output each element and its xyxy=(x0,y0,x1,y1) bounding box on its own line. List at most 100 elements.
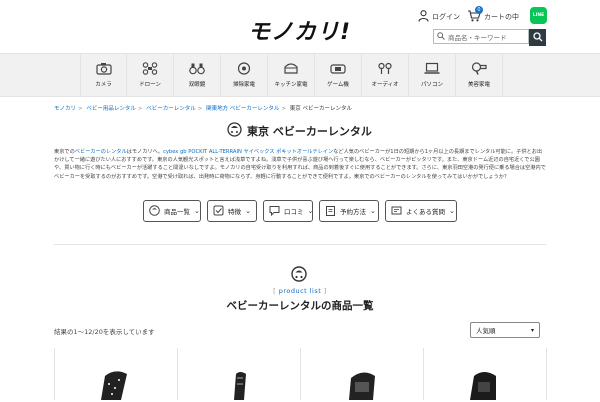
category-label: ゲーム機 xyxy=(327,82,349,88)
line-button[interactable]: LINE xyxy=(530,7,547,24)
section-subtitle-text: product list xyxy=(278,287,322,295)
divider xyxy=(546,348,547,400)
category-label: ドローン xyxy=(139,82,161,88)
breadcrumb: モノカリ > ベビー用品レンタル > ベビーカーレンタル > 関東地方 ベビーカーレン… xyxy=(54,104,352,112)
breadcrumb-separator: > xyxy=(137,106,143,112)
section-subtitle: [ product list ] xyxy=(273,287,327,295)
drone-icon xyxy=(142,62,158,77)
tab-label: 口コミ xyxy=(284,208,304,216)
breadcrumb-separator: > xyxy=(197,106,203,112)
chevron-down-icon: ⌄ xyxy=(194,207,200,215)
page-title: 東京 ベビーカーレンタル xyxy=(227,122,372,140)
breadcrumb-link-stroller[interactable]: ベビーカーレンタル xyxy=(146,106,196,112)
result-count: 結果の1〜12/20を表示しています xyxy=(54,328,155,336)
faq-icon xyxy=(391,205,402,218)
product-image xyxy=(228,372,252,402)
review-icon xyxy=(269,205,280,218)
chevron-down-icon: ⌄ xyxy=(307,207,314,215)
divider xyxy=(300,348,301,400)
category-camera[interactable]: カメラ xyxy=(80,54,127,96)
feature-icon xyxy=(213,205,224,218)
user-icon xyxy=(418,10,429,24)
category-label: 双眼鏡 xyxy=(188,82,206,88)
breadcrumb-link-home[interactable]: モノカリ xyxy=(54,106,76,112)
divider xyxy=(423,348,424,400)
category-pc[interactable]: パソコン xyxy=(409,54,456,96)
search-placeholder: 商品名・キーワード xyxy=(448,33,507,42)
category-kitchen[interactable]: キッチン家電 xyxy=(268,54,315,96)
tab-label: 特徴 xyxy=(228,208,241,216)
category-label: キッチン家電 xyxy=(274,82,308,88)
product-card[interactable] xyxy=(466,368,502,402)
sort-select[interactable]: 人気順 ▾ xyxy=(470,322,540,338)
divider xyxy=(177,348,178,400)
search-button[interactable] xyxy=(529,29,546,46)
category-game[interactable]: ゲーム機 xyxy=(315,54,362,96)
category-binoculars[interactable]: 双眼鏡 xyxy=(174,54,221,96)
product-image xyxy=(345,372,381,402)
category-drone[interactable]: ドローン xyxy=(127,54,174,96)
desc-link-stroller-rental[interactable]: ベビーカーのレンタル xyxy=(75,149,127,155)
product-card[interactable] xyxy=(345,368,381,402)
binoculars-icon xyxy=(189,62,205,77)
product-image xyxy=(466,372,502,402)
category-label: オーディオ xyxy=(371,82,399,88)
section-title: ベビーカーレンタルの商品一覧 xyxy=(226,300,374,312)
tab-reservation[interactable]: 予約方法 ⌄ xyxy=(319,200,379,222)
tab-reviews[interactable]: 口コミ ⌄ xyxy=(263,200,313,222)
breadcrumb-link-baby[interactable]: ベビー用品レンタル xyxy=(86,106,136,112)
sort-selected: 人気順 xyxy=(476,327,496,335)
search-small-icon xyxy=(437,31,445,42)
tab-label: よくある質問 xyxy=(406,208,445,216)
category-cleaning[interactable]: 掃除家電 xyxy=(221,54,268,96)
desc-text: はモノカリへ。 xyxy=(126,149,163,155)
game-console-icon xyxy=(330,62,346,77)
category-beauty[interactable]: 美容家電 xyxy=(456,54,503,96)
stroller-icon xyxy=(291,266,307,284)
stroller-icon xyxy=(149,204,160,218)
login-label: ログイン xyxy=(432,13,460,21)
cart-count-badge: 0 xyxy=(475,6,483,14)
desc-link-product[interactable]: cybex gb POCKIT ALL-TERRAIN サイベックス ポキットオ… xyxy=(163,149,333,155)
search-input[interactable]: 商品名・キーワード xyxy=(433,29,529,44)
breadcrumb-link-kanto[interactable]: 関東地方 ベビーカーレンタル xyxy=(206,106,279,112)
breadcrumb-current: 東京 ベビーカーレンタル xyxy=(289,106,352,112)
stroller-icon xyxy=(227,122,242,140)
login-link[interactable]: ログイン xyxy=(418,9,460,25)
cart-link[interactable]: 0 カートの中 xyxy=(467,6,519,25)
product-card[interactable] xyxy=(95,368,135,402)
product-card[interactable] xyxy=(228,368,252,402)
cart-icon: 0 xyxy=(467,6,483,24)
chevron-down-icon: ⌄ xyxy=(449,207,455,215)
page-title-text: 東京 ベビーカーレンタル xyxy=(247,125,372,138)
tab-label: 商品一覧 xyxy=(164,208,190,216)
category-label: 美容家電 xyxy=(467,82,490,88)
laptop-icon xyxy=(424,62,440,77)
divider xyxy=(54,244,546,245)
camera-icon xyxy=(95,62,112,77)
earbuds-icon xyxy=(377,62,393,77)
category-nav: カメラ ドローン 双眼鏡 掃除家電 キッチン家電 ゲーム機 オーディオ パソコン… xyxy=(0,53,600,97)
chevron-down-icon: ⌄ xyxy=(245,207,251,215)
category-label: 掃除家電 xyxy=(232,82,255,88)
breadcrumb-separator: > xyxy=(78,106,83,112)
page-description: 東京でのベビーカーのレンタルはモノカリへ。cybex gb POCKIT ALL… xyxy=(54,148,546,181)
rice-cooker-icon xyxy=(283,62,299,77)
search-icon xyxy=(532,31,543,44)
chevron-down-icon: ▾ xyxy=(530,326,534,334)
site-logo[interactable]: モノカリ! xyxy=(248,14,351,46)
chevron-down-icon: ⌄ xyxy=(370,207,376,215)
hair-dryer-icon xyxy=(471,62,487,77)
product-image xyxy=(95,371,135,402)
divider xyxy=(54,348,55,400)
category-audio[interactable]: オーディオ xyxy=(362,54,409,96)
tab-faq[interactable]: よくある質問 ⌄ xyxy=(385,200,457,222)
breadcrumb-separator: > xyxy=(281,106,286,112)
tab-label: 予約方法 xyxy=(340,208,366,216)
desc-text: 東京での xyxy=(54,149,75,155)
tab-product-list[interactable]: 商品一覧 ⌄ xyxy=(143,200,201,222)
robot-vacuum-icon xyxy=(236,62,252,77)
category-label: カメラ xyxy=(95,82,112,88)
category-label: パソコン xyxy=(420,82,443,88)
tab-features[interactable]: 特徴 ⌄ xyxy=(207,200,257,222)
